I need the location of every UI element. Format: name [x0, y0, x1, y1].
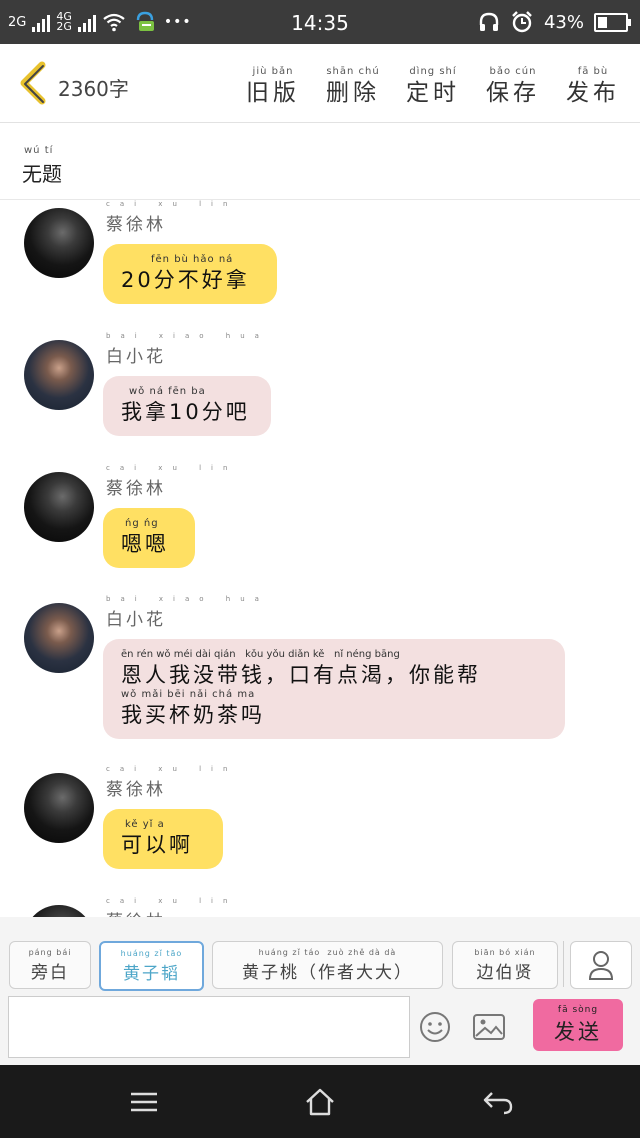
image-icon[interactable]	[472, 1013, 506, 1041]
avatar[interactable]	[24, 905, 94, 917]
sender-name-pinyin: cai xu lin	[106, 464, 238, 472]
add-character-button[interactable]	[570, 941, 632, 989]
status-right: 43%	[478, 10, 631, 34]
bubble-pinyin-line2: wǒ mǎi bēi nǎi chá ma	[121, 689, 256, 700]
chip-label: 边伯贤	[476, 962, 534, 983]
chip-label: 黄子桃（作者大大）	[242, 962, 413, 983]
document-title-pinyin: wú tí	[24, 145, 54, 156]
bubble-text: 可以啊	[121, 833, 193, 857]
schedule-pinyin: dìng shí	[409, 66, 457, 77]
send-button[interactable]: fā sòng 发送	[533, 999, 623, 1051]
bubble-pinyin: ńg ńg	[125, 518, 159, 529]
character-chip-author[interactable]: huáng zǐ táo zuò zhě dà dà 黄子桃（作者大大）	[212, 941, 443, 989]
sender-name-pinyin: cai xu lin	[106, 897, 238, 905]
sender-name-pinyin: cai xu lin	[106, 765, 238, 773]
avatar[interactable]	[24, 208, 94, 278]
alarm-icon	[512, 11, 532, 33]
old-version-button[interactable]: jiù bǎn 旧版	[246, 66, 300, 108]
home-icon[interactable]	[304, 1087, 336, 1117]
word-count: 2360字	[58, 77, 129, 101]
chat-list[interactable]: cai xu lin 蔡徐林 fēn bù hǎo ná 20分不好拿 bai x…	[0, 200, 640, 917]
avatar[interactable]	[24, 603, 94, 673]
save-button[interactable]: bǎo cún 保存	[486, 66, 540, 108]
delete-pinyin: shān chú	[326, 66, 380, 77]
publish-pinyin: fā bù	[577, 66, 609, 77]
back-chevron-icon[interactable]	[16, 61, 50, 105]
bubble-pinyin: kě yǐ a	[125, 819, 165, 830]
publish-button[interactable]: fā bù 发布	[566, 66, 620, 108]
sender-name: cai xu lin 蔡徐林	[106, 200, 237, 235]
sender-name: bai xiao hua 白小花	[106, 595, 269, 630]
schedule-label: 定时	[406, 80, 460, 106]
sender-name-text: 蔡徐林	[106, 479, 166, 499]
chip-pinyin: huáng zǐ tāo	[120, 948, 183, 958]
save-pinyin: bǎo cún	[489, 66, 537, 77]
message-bubble[interactable]: kě yǐ a 可以啊	[103, 809, 223, 869]
document-title-field[interactable]: wú tí 无题	[0, 123, 640, 200]
chip-label: 旁白	[31, 962, 69, 983]
chip-overflow-edge	[563, 941, 568, 987]
headphones-icon	[479, 12, 499, 31]
chip-pinyin: páng bái	[28, 947, 72, 957]
sender-name-pinyin: cai xu lin	[106, 200, 238, 208]
character-chip-selected[interactable]: huáng zǐ tāo 黄子韬	[99, 941, 204, 991]
menu-icon[interactable]	[128, 1087, 160, 1117]
avatar[interactable]	[24, 773, 94, 843]
document-title: 无题	[22, 162, 62, 186]
delete-button[interactable]: shān chú 删除	[326, 66, 380, 108]
send-label: 发送	[554, 1019, 602, 1044]
sender-name: cai xu lin 蔡徐林	[106, 765, 237, 800]
bubble-pinyin: fēn bù hǎo ná	[151, 254, 234, 265]
person-icon	[588, 951, 614, 980]
chip-pinyin: biān bó xián	[474, 947, 536, 957]
bubble-text: 20分不好拿	[121, 268, 250, 292]
battery-icon	[594, 12, 631, 32]
schedule-button[interactable]: dìng shí 定时	[406, 66, 460, 108]
sender-name-text: 蔡徐林	[106, 780, 166, 800]
character-chip-narrator[interactable]: páng bái 旁白	[9, 941, 91, 989]
message-bubble[interactable]: ēn rén wǒ méi dài qián kǒu yǒu diǎn kě n…	[103, 639, 565, 739]
sender-name: cai xu lin 蔡徐林	[106, 897, 237, 917]
sender-name: cai xu lin 蔡徐林	[106, 464, 237, 499]
status-bar: 2G 4G 2G ••• 14:35 43%	[0, 0, 640, 44]
bubble-text: 恩人我没带钱，口有点渴，你能帮	[121, 663, 481, 687]
back-arrow-icon[interactable]	[482, 1087, 514, 1117]
toolbar-actions: jiù bǎn 旧版 shān chú 删除 dìng shí 定时 bǎo cún 保…	[246, 66, 620, 108]
sender-name-text: 蔡徐林	[106, 215, 166, 235]
message-bubble[interactable]: fēn bù hǎo ná 20分不好拿	[103, 244, 277, 304]
sender-name-text: 蔡徐林	[106, 907, 237, 917]
sender-name-pinyin: bai xiao hua	[106, 595, 269, 603]
composer-panel: páng bái 旁白 huáng zǐ tāo 黄子韬 huáng zǐ tá…	[0, 917, 640, 1065]
save-label: 保存	[486, 80, 540, 106]
send-pinyin: fā sòng	[557, 1004, 599, 1015]
character-chip[interactable]: biān bó xián 边伯贤	[452, 941, 558, 989]
old-version-label: 旧版	[246, 80, 300, 106]
avatar[interactable]	[24, 340, 94, 410]
sender-name-text: 白小花	[106, 610, 166, 630]
avatar[interactable]	[24, 472, 94, 542]
bubble-text-line2: 我买杯奶茶吗	[121, 703, 265, 727]
bubble-pinyin: wǒ ná fēn ba	[129, 386, 206, 397]
publish-label: 发布	[566, 80, 620, 106]
message-bubble[interactable]: wǒ ná fēn ba 我拿10分吧	[103, 376, 271, 436]
old-version-pinyin: jiù bǎn	[252, 66, 294, 77]
sender-name-text: 白小花	[106, 347, 166, 367]
bubble-text: 我拿10分吧	[121, 400, 250, 424]
message-input[interactable]	[8, 996, 410, 1058]
sender-name-pinyin: bai xiao hua	[106, 332, 269, 340]
sender-name: bai xiao hua 白小花	[106, 332, 269, 367]
emoji-icon[interactable]	[419, 1011, 451, 1043]
bubble-text: 嗯嗯	[121, 532, 169, 556]
message-bubble[interactable]: ńg ńg 嗯嗯	[103, 508, 195, 568]
chip-label: 黄子韬	[123, 963, 180, 984]
editor-toolbar: 2360字 jiù bǎn 旧版 shān chú 删除 dìng shí 定时 bǎ…	[0, 44, 640, 123]
chip-pinyin: huáng zǐ táo zuò zhě dà dà	[258, 947, 397, 957]
system-nav-bar	[0, 1065, 640, 1138]
delete-label: 删除	[326, 80, 380, 106]
bubble-pinyin: ēn rén wǒ méi dài qián kǒu yǒu diǎn kě n…	[121, 649, 400, 660]
battery-percent: 43%	[543, 11, 584, 33]
